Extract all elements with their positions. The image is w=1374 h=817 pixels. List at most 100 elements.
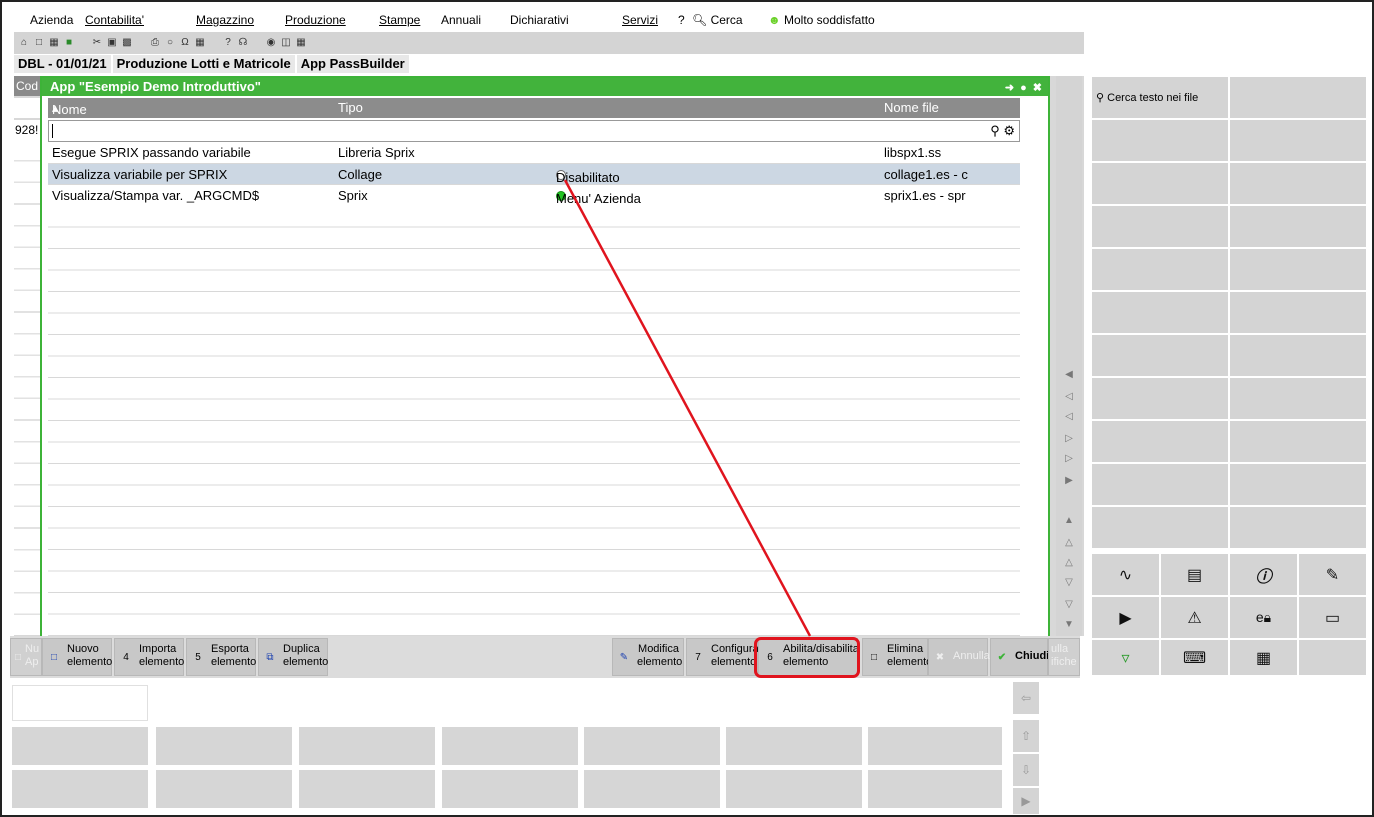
bg-scroll-bottom-icon[interactable]: ▼ bbox=[1062, 618, 1076, 632]
table-row[interactable]: Visualizza/Stampa var. _ARGCMD$ Sprix Me… bbox=[48, 185, 1020, 207]
modifica-elemento-button[interactable]: ✎ Modifica elemento bbox=[612, 638, 684, 676]
bg-scroll-page-up-icon[interactable]: △ bbox=[1062, 536, 1076, 550]
exit-icon[interactable]: ■ bbox=[63, 37, 75, 49]
empty-slot bbox=[1091, 334, 1229, 377]
pencil-icon: ✎ bbox=[619, 652, 629, 663]
warning-chart-icon[interactable]: ⚠ bbox=[1160, 596, 1229, 639]
calculator-icon[interactable]: ▦ bbox=[194, 37, 206, 49]
dialog-title: App "Esempio Demo Introduttivo" ➜ ● ✖ bbox=[42, 78, 1048, 96]
annulla-modifiche-button: ulla ifiche bbox=[1048, 638, 1080, 676]
lock-e-icon[interactable]: e🔒︎ bbox=[1229, 596, 1298, 639]
record-icon[interactable]: ◉ bbox=[265, 37, 277, 49]
empty-slot bbox=[1091, 420, 1229, 463]
column-header-nome[interactable]: Nome ▴ bbox=[52, 100, 87, 117]
crumb-module[interactable]: Produzione Lotti e Matricole bbox=[112, 55, 295, 73]
lower-last-icon[interactable]: ▶ bbox=[1013, 788, 1039, 814]
column-header-nome-file[interactable]: Nome file bbox=[884, 100, 939, 115]
menu-servizi[interactable]: Servizi bbox=[622, 13, 658, 27]
importa-elemento-button[interactable]: 4 Importa elemento bbox=[114, 638, 184, 676]
lower-cell bbox=[584, 727, 720, 765]
new-app-icon: □ bbox=[14, 652, 22, 663]
lower-input[interactable] bbox=[12, 685, 148, 721]
nuova-app-button: □ Nu Ap bbox=[10, 638, 42, 676]
bg-scroll-up-icon[interactable]: △ bbox=[1062, 556, 1076, 570]
edit-list-icon[interactable]: ✎ bbox=[1298, 553, 1367, 596]
help-icon[interactable]: ? bbox=[222, 37, 234, 49]
home-icon[interactable]: ⌂ bbox=[18, 37, 30, 49]
document-icon[interactable]: □ bbox=[33, 37, 45, 49]
context-help-icon[interactable]: ☊ bbox=[237, 37, 249, 49]
empty-slot bbox=[1229, 463, 1367, 506]
filter-search-icon[interactable]: ⚲ bbox=[990, 123, 1000, 138]
empty-slot bbox=[1229, 377, 1367, 420]
circle-icon[interactable]: ● bbox=[1020, 79, 1027, 97]
elimina-elemento-button[interactable]: □ Elimina elemento bbox=[862, 638, 932, 676]
lower-cell bbox=[442, 770, 578, 808]
bg-scroll-top-icon[interactable]: ▲ bbox=[1062, 514, 1076, 528]
bg-next-page-icon[interactable]: ▷ bbox=[1062, 452, 1076, 466]
cell-nome: Esegue SPRIX passando variabile bbox=[52, 145, 251, 160]
play-icon[interactable]: ▶ bbox=[1091, 596, 1160, 639]
bg-first-page-icon[interactable]: ◀ bbox=[1062, 368, 1076, 382]
nuovo-elemento-button[interactable]: □ Nuovo elemento bbox=[42, 638, 112, 676]
highlight-annotation bbox=[754, 637, 860, 678]
chart-icon[interactable]: ∿ bbox=[1091, 553, 1160, 596]
basket-icon[interactable]: ▿ bbox=[1091, 639, 1160, 676]
filter-settings-icon[interactable]: ⚙ bbox=[1003, 123, 1015, 138]
lower-cell bbox=[442, 727, 578, 765]
new-element-icon: □ bbox=[50, 652, 58, 663]
check-icon: ✔ bbox=[997, 652, 1007, 663]
lower-up-icon[interactable]: ⇧ bbox=[1013, 720, 1039, 752]
search-files-button[interactable]: ⚲ Cerca testo nei file bbox=[1091, 76, 1229, 119]
paste-icon[interactable]: ▩ bbox=[121, 37, 133, 49]
menu-contabilita[interactable]: Contabilita' bbox=[85, 13, 144, 27]
bg-last-page-icon[interactable]: ▶ bbox=[1062, 474, 1076, 488]
monitor-icon[interactable]: ◫ bbox=[280, 37, 292, 49]
configura-elemento-button[interactable]: 7 Configura elemento bbox=[686, 638, 759, 676]
duplica-elemento-button[interactable]: ⧉ Duplica elemento bbox=[258, 638, 328, 676]
search-tool-icon[interactable]: ○ bbox=[164, 37, 176, 49]
esporta-elemento-button[interactable]: 5 Esporta elemento bbox=[186, 638, 256, 676]
table-row[interactable]: Esegue SPRIX passando variabile Libreria… bbox=[48, 142, 1020, 164]
menu-produzione[interactable]: Produzione bbox=[285, 13, 346, 27]
crumb-app[interactable]: App PassBuilder bbox=[296, 55, 409, 73]
bg-next-icon[interactable]: ▷ bbox=[1062, 432, 1076, 446]
column-header-tipo[interactable]: Tipo bbox=[338, 100, 363, 115]
keyboard-icon[interactable]: ⌨ bbox=[1160, 639, 1229, 676]
crumb-company[interactable]: DBL - 01/01/21 bbox=[14, 55, 111, 73]
table-row-selected[interactable]: Visualizza variabile per SPRIX Collage D… bbox=[48, 163, 1020, 185]
bg-scroll-down-icon[interactable]: ▽ bbox=[1062, 576, 1076, 590]
document-search-icon[interactable]: ▤ bbox=[1160, 553, 1229, 596]
cut-icon[interactable]: ✂ bbox=[91, 37, 103, 49]
lower-down-icon[interactable]: ⇩ bbox=[1013, 754, 1039, 786]
menu-stampe[interactable]: Stampe bbox=[379, 13, 420, 27]
background-nav-strip: ◀ ◁ ◁ ▷ ▷ ▶ ▲ △ △ ▽ ▽ ▼ bbox=[1056, 76, 1082, 636]
bg-scroll-page-down-icon[interactable]: ▽ bbox=[1062, 598, 1076, 612]
key-4-icon: 4 bbox=[123, 652, 129, 663]
bg-prev-icon[interactable]: ◁ bbox=[1062, 410, 1076, 424]
info-icon[interactable]: ⓘ bbox=[1229, 553, 1298, 596]
menu-feedback[interactable]: ☻ Molto soddisfatto bbox=[768, 13, 875, 27]
menu-help[interactable]: ? bbox=[678, 13, 685, 27]
lower-back-icon[interactable]: ⇦ bbox=[1013, 682, 1039, 714]
close-icon[interactable]: ✖ bbox=[1033, 79, 1042, 97]
print-icon[interactable]: ⎙ bbox=[149, 37, 161, 49]
menu-annuali[interactable]: Annuali bbox=[441, 13, 481, 27]
menu-cerca[interactable]: 🔍︎ Cerca bbox=[692, 13, 743, 27]
grid-icon[interactable]: ▦ bbox=[1229, 639, 1298, 676]
bg-prev-page-icon[interactable]: ◁ bbox=[1062, 390, 1076, 404]
filter-input[interactable]: ⚲ ⚙ bbox=[48, 120, 1020, 142]
omega-icon[interactable]: Ω bbox=[179, 37, 191, 49]
tree-icon[interactable]: ▦ bbox=[48, 37, 60, 49]
menu-magazzino[interactable]: Magazzino bbox=[196, 13, 254, 27]
pin-icon[interactable]: ➜ bbox=[1005, 79, 1014, 97]
copy-icon[interactable]: ▣ bbox=[106, 37, 118, 49]
card-icon[interactable]: ▭ bbox=[1298, 596, 1367, 639]
menu-azienda[interactable]: Azienda bbox=[30, 13, 73, 27]
chiudi-button[interactable]: ✔ Chiudi bbox=[990, 638, 1049, 676]
cell-nome: Visualizza/Stampa var. _ARGCMD$ bbox=[52, 188, 260, 203]
search-icon: 🔍︎ bbox=[692, 13, 708, 27]
image-icon[interactable]: ▦ bbox=[295, 37, 307, 49]
lower-cell bbox=[726, 770, 862, 808]
menu-dichiarativi[interactable]: Dichiarativi bbox=[510, 13, 569, 27]
